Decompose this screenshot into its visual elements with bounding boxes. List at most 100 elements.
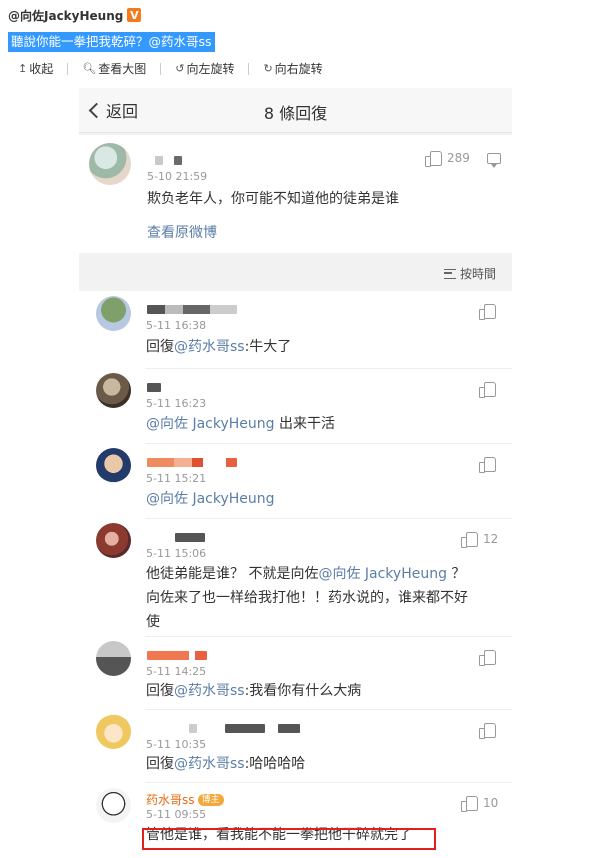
reply-text: @向佐 JackyHeung 出来干活 — [146, 412, 335, 436]
view-large-button[interactable]: 🔍︎ 查看大图 — [82, 60, 146, 77]
collapse-label: 收起 — [29, 62, 54, 76]
rotate-left-button[interactable]: ↺ 向左旋转 — [175, 60, 234, 77]
reply-text: 回復@药水哥ss:我看你有什么大病 — [146, 679, 361, 703]
highlight-box — [142, 828, 436, 850]
rotate-right-icon: ↻ — [263, 62, 273, 75]
reply-prefix: 回復 — [146, 683, 174, 699]
blurred-username — [225, 724, 265, 733]
like-count: 12 — [483, 531, 499, 546]
author-name: 药水哥ss — [146, 793, 195, 807]
mention-link[interactable]: @向佐 JackyHeung — [318, 566, 447, 582]
thumbs-up-icon — [479, 381, 496, 398]
blurred-username — [155, 156, 163, 165]
avatar[interactable] — [96, 714, 131, 749]
avatar[interactable] — [96, 641, 131, 676]
sort-icon — [443, 268, 456, 279]
avatar[interactable] — [96, 448, 131, 483]
blurred-username — [189, 724, 197, 733]
reply-prefix: 回復 — [146, 756, 174, 772]
avatar[interactable] — [96, 523, 131, 558]
sort-label: 按時間 — [459, 267, 496, 281]
reply-item: 5-11 10:35 回復@药水哥ss:哈哈哈哈 — [79, 710, 512, 783]
reply-text: 回復@药水哥ss:哈哈哈哈 — [146, 752, 305, 776]
reply-line-3: 使 — [146, 614, 160, 630]
reply-list: 5-11 16:38 回復@药水哥ss:牛大了 5-11 16:23 @向佐 J… — [79, 291, 512, 858]
reply-item: 5-11 15:06 12 他徒弟能是谁？ 不就是向佐@向佐 JackyHeun… — [79, 519, 512, 637]
like-button[interactable]: 10 — [461, 795, 498, 812]
like-button[interactable]: 12 — [461, 531, 499, 548]
blurred-username — [147, 383, 161, 392]
like-button[interactable] — [479, 722, 496, 739]
mention-link[interactable]: @向佐 JackyHeung — [146, 416, 275, 432]
toolbar-divider — [67, 62, 69, 75]
view-large-label: 查看大图 — [98, 62, 147, 76]
reply-text: 他徒弟能是谁？ 不就是向佐@向佐 JackyHeung ？ 向佐来了也一样给我打… — [146, 562, 501, 634]
blurred-username — [147, 651, 207, 660]
verified-badge-icon: V — [127, 8, 142, 22]
reply-suffix: :哈哈哈哈 — [244, 756, 306, 772]
post-text: 聽說你能一拳把我乾碎？@药水哥ss — [8, 32, 215, 52]
thumbs-up-icon — [461, 795, 478, 812]
blurred-username — [147, 458, 237, 467]
reply-item: 5-11 14:25 回復@药水哥ss:我看你有什么大病 — [79, 637, 512, 710]
blurred-username — [278, 724, 300, 733]
reply-suffix: ？ — [446, 566, 466, 582]
like-button[interactable] — [479, 381, 496, 398]
mention-link[interactable]: @药水哥ss — [174, 683, 245, 699]
blogger-badge: 博主 — [197, 793, 224, 806]
original-comment: 5-10 21:59 289 欺负老年人，你可能不知道他的徒弟是谁 查看原微博 — [79, 135, 512, 253]
reply-time: 5-11 10:35 — [146, 738, 207, 751]
reply-time: 5-11 15:21 — [146, 472, 207, 485]
like-button[interactable] — [479, 649, 496, 666]
mention-link[interactable]: @向佐 JackyHeung — [146, 491, 275, 507]
reply-time: 5-11 15:06 — [146, 547, 207, 560]
avatar[interactable] — [96, 373, 131, 408]
thumbs-up-icon — [479, 649, 496, 666]
reply-item: 5-11 16:23 @向佐 JackyHeung 出来干活 — [79, 369, 512, 444]
sort-button[interactable]: 按時間 — [443, 265, 496, 282]
comment-screenshot: 返回 8 條回復 5-10 21:59 289 欺负老年人，你可能不知道他的徒弟… — [79, 88, 512, 858]
like-button[interactable] — [479, 303, 496, 320]
nav-title: 8 條回復 — [263, 104, 328, 123]
mention-link[interactable]: @药水哥ss — [174, 756, 245, 772]
view-original-link[interactable]: 查看原微博 — [147, 221, 217, 245]
like-button[interactable]: 289 — [425, 150, 470, 167]
image-toolbar: ↥ 收起 🔍︎ 查看大图 ↺ 向左旋转 ↻ 向右旋转 — [18, 60, 323, 77]
thumbs-up-icon — [479, 303, 496, 320]
thumbs-up-icon — [479, 456, 496, 473]
rotate-right-button[interactable]: ↻ 向右旋转 — [263, 60, 322, 77]
comment-text: 欺负老年人，你可能不知道他的徒弟是谁 — [147, 191, 399, 207]
mention-link[interactable]: @药水哥ss — [174, 339, 245, 355]
reply-text: 回復@药水哥ss:牛大了 — [146, 335, 291, 359]
comment-time: 5-10 21:59 — [147, 170, 208, 183]
reply-text: @向佐 JackyHeung — [146, 487, 275, 511]
rotate-left-label: 向左旋转 — [186, 62, 235, 76]
rotate-left-icon: ↺ — [175, 62, 185, 75]
reply-suffix: 出来干活 — [274, 416, 335, 432]
toolbar-divider — [160, 62, 162, 75]
avatar[interactable] — [96, 296, 131, 331]
like-count: 289 — [447, 150, 470, 165]
blurred-username — [147, 305, 237, 314]
reply-time: 5-11 14:25 — [146, 665, 207, 678]
collapse-button[interactable]: ↥ 收起 — [18, 60, 53, 77]
comment-icon[interactable] — [487, 153, 501, 168]
like-button[interactable] — [479, 456, 496, 473]
reply-item: 5-11 16:38 回復@药水哥ss:牛大了 — [79, 291, 512, 369]
post-author-line: @向佐JackyHeung V — [8, 6, 142, 24]
thumbs-up-icon — [461, 531, 478, 548]
reply-prefix: 他徒弟能是谁？ 不就是向佐 — [146, 566, 319, 582]
reply-suffix: :牛大了 — [244, 339, 292, 355]
reply-author[interactable]: 药水哥ss 博主 — [146, 791, 224, 808]
blurred-username — [174, 156, 182, 165]
avatar[interactable] — [89, 143, 131, 185]
rotate-right-label: 向右旋转 — [274, 62, 323, 76]
avatar[interactable] — [96, 788, 131, 823]
post-author[interactable]: @向佐JackyHeung — [8, 7, 123, 24]
reply-time: 5-11 16:38 — [146, 319, 207, 332]
reply-prefix: 回復 — [146, 339, 174, 355]
magnify-icon: 🔍︎ — [82, 62, 97, 75]
reply-time: 5-11 09:55 — [146, 808, 207, 821]
reply-item: 5-11 15:21 @向佐 JackyHeung — [79, 444, 512, 519]
reply-line-2: 向佐来了也一样给我打他！！药水说的，谁来都不好 — [146, 590, 468, 606]
